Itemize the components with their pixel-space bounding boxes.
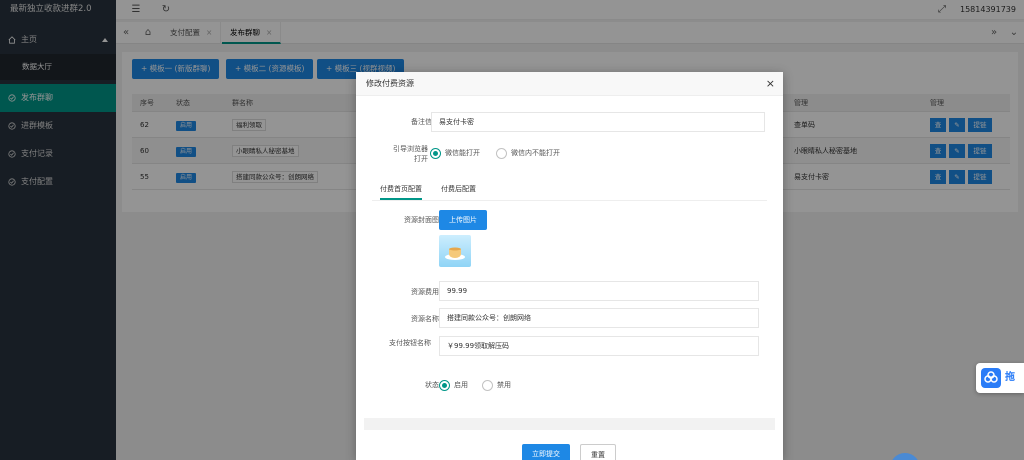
dialog-title: 修改付费资源 [366, 79, 414, 88]
dialog-header: 修改付费资源 × [356, 72, 783, 96]
radio-checked-icon [439, 379, 450, 391]
radio-unchecked-icon [496, 147, 507, 159]
browser-label: 引导浏览器打开 [393, 145, 428, 163]
cloud-icon [981, 368, 1001, 388]
tab-after-pay-config[interactable]: 付费后配置 [441, 180, 476, 198]
browser-row: 引导浏览器打开 微信能打开 微信内不能打开 [364, 142, 775, 166]
status-label: 状态 [425, 381, 439, 389]
cover-label: 资源封面图 [404, 216, 439, 224]
radio-label: 微信能打开 [445, 149, 480, 157]
radio-status-off[interactable]: 禁用 [482, 379, 511, 391]
radio-label: 禁用 [497, 381, 511, 389]
close-icon[interactable]: × [766, 72, 775, 96]
radio-checked-icon [430, 147, 441, 159]
radio-wechat-no-open[interactable]: 微信内不能打开 [496, 147, 560, 159]
upload-image-button[interactable]: 上传图片 [439, 210, 487, 230]
reset-button[interactable]: 重置 [580, 444, 616, 460]
note-input[interactable]: 易支付卡密 [431, 112, 765, 132]
pay-button-name-label: 支付按钮名称 [389, 339, 431, 347]
dialog-body: 备注信息 易支付卡密 引导浏览器打开 微信能打开 微信内不能打开 付费首页配置 … [364, 100, 775, 430]
teacup-icon [445, 247, 465, 260]
radio-status-on[interactable]: 启用 [439, 379, 468, 391]
submit-button[interactable]: 立即提交 [522, 444, 570, 460]
cover-thumbnail [439, 235, 471, 267]
fee-label: 资源费用 [411, 288, 439, 296]
divider [372, 200, 767, 201]
note-row: 备注信息 易支付卡密 [364, 112, 775, 132]
form-card: 备注信息 易支付卡密 引导浏览器打开 微信能打开 微信内不能打开 付费首页配置 … [364, 100, 775, 418]
fee-input[interactable]: 99.99 [439, 281, 759, 301]
radio-label: 微信内不能打开 [511, 149, 560, 157]
resource-name-label: 资源名称 [411, 315, 439, 323]
widget-label: 拖 [1005, 372, 1015, 383]
floating-drag-widget[interactable]: 拖 [976, 363, 1024, 393]
pay-button-name-input[interactable]: ￥99.99领取解压码 [439, 336, 759, 356]
radio-unchecked-icon [482, 379, 493, 391]
radio-wechat-open[interactable]: 微信能打开 [430, 147, 480, 159]
resource-name-input[interactable]: 搭建同款公众号：创朗网络 [439, 308, 759, 328]
edit-paid-resource-dialog: 修改付费资源 × 备注信息 易支付卡密 引导浏览器打开 微信能打开 微信内不能打… [356, 72, 783, 460]
radio-label: 启用 [454, 381, 468, 389]
tab-paid-home-config[interactable]: 付费首页配置 [380, 180, 422, 200]
